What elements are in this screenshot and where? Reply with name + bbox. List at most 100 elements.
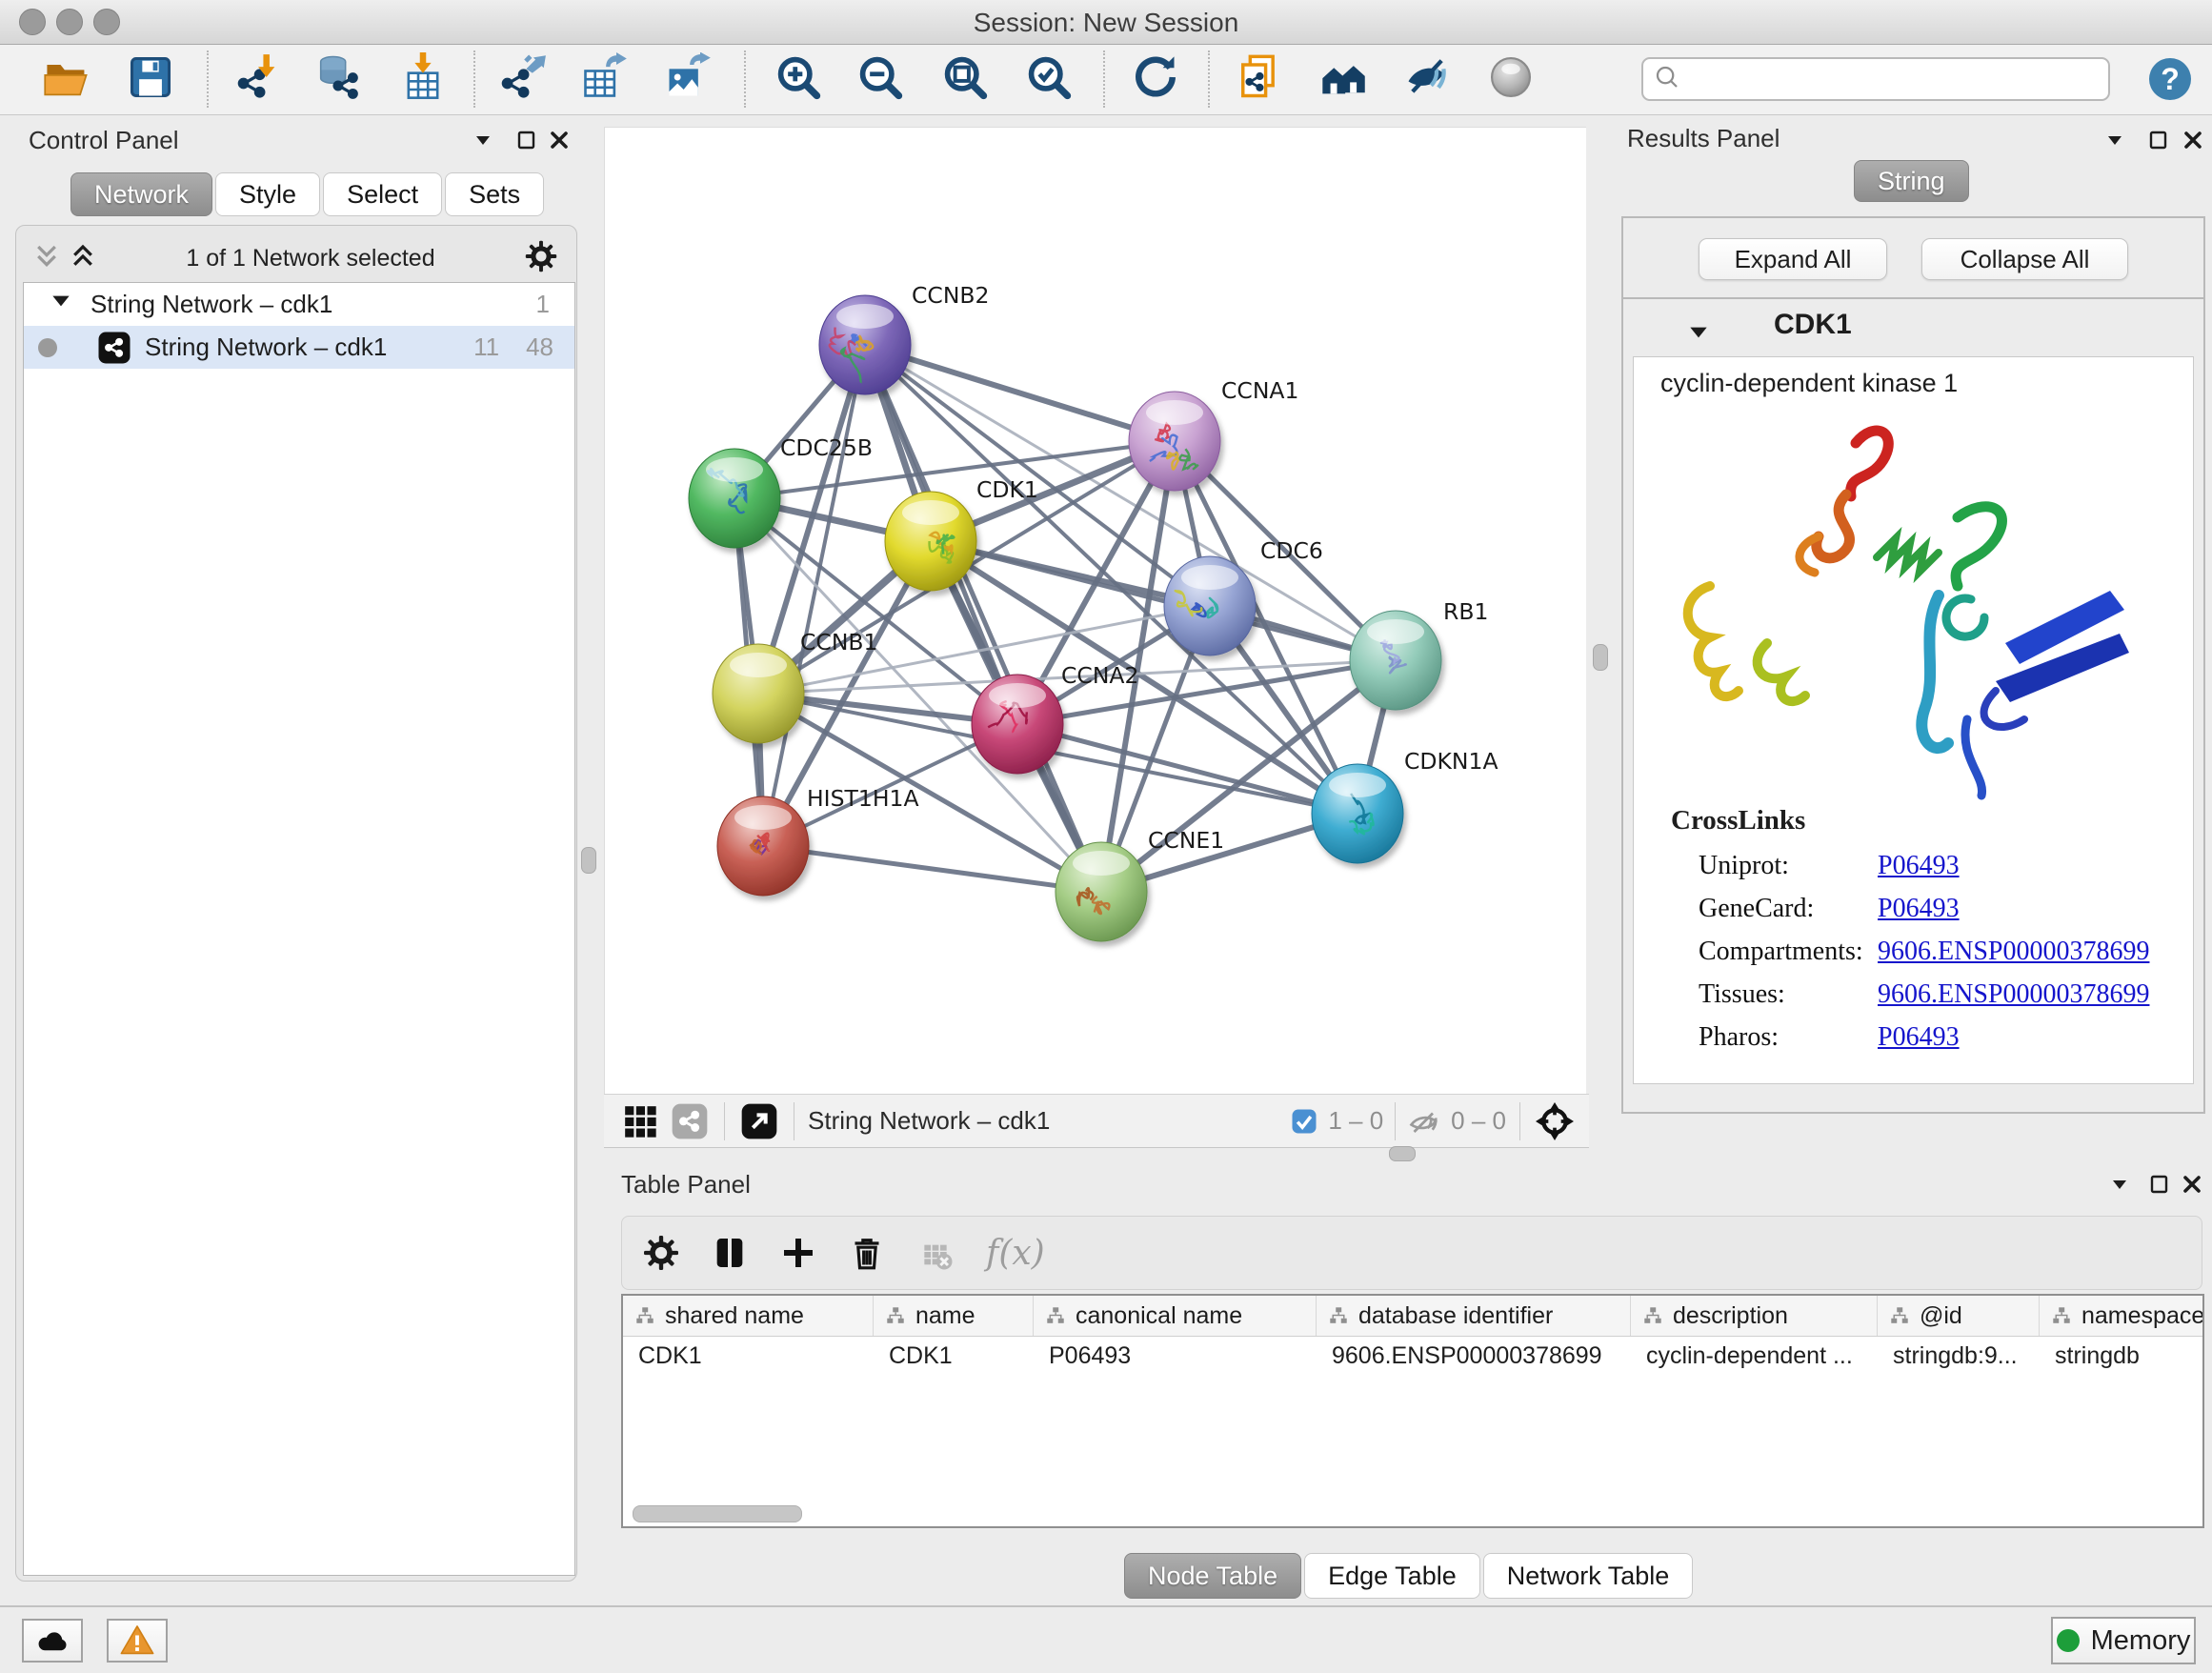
column-header-name[interactable]: name <box>874 1296 1034 1336</box>
home-button[interactable] <box>1316 50 1371 105</box>
table-cell[interactable]: CDK1 <box>623 1337 874 1375</box>
refresh-button[interactable] <box>1128 50 1183 105</box>
results-panel-close-icon[interactable] <box>2181 128 2205 152</box>
tab-style[interactable]: Style <box>215 172 320 216</box>
table-cell[interactable]: P06493 <box>1034 1337 1317 1375</box>
edge-HIST1H1A-CCNE1[interactable] <box>763 846 1101 892</box>
tab-network[interactable]: Network <box>70 172 212 216</box>
fit-content-icon[interactable] <box>1534 1100 1576 1142</box>
selected-checkbox-icon[interactable] <box>1290 1107 1318 1136</box>
export-image-button[interactable] <box>660 50 715 105</box>
column-header-description[interactable]: description <box>1631 1296 1878 1336</box>
node-CDC25B[interactable] <box>689 449 780 548</box>
tab-edge-table[interactable]: Edge Table <box>1304 1553 1480 1599</box>
tree-expand-icon[interactable] <box>49 289 73 320</box>
table-panel-close-icon[interactable] <box>2180 1172 2204 1197</box>
zoom-out-button[interactable] <box>853 50 908 105</box>
crosslink-link[interactable]: 9606.ENSP00000378699 <box>1878 937 2149 967</box>
tab-node-table[interactable]: Node Table <box>1124 1553 1301 1599</box>
import-database-button[interactable] <box>310 50 365 105</box>
table-cell[interactable]: stringdb:9... <box>1878 1337 2040 1375</box>
tab-string[interactable]: String <box>1854 160 1969 202</box>
import-network-button[interactable] <box>231 50 286 105</box>
edge-CCNB2-HIST1H1A[interactable] <box>763 345 865 846</box>
expand-all-button[interactable]: Expand All <box>1699 238 1887 280</box>
network-tree-root-row[interactable]: String Network – cdk1 1 <box>24 283 574 326</box>
table-panel-maximize-icon[interactable] <box>2147 1172 2172 1197</box>
node-CCNB2[interactable] <box>819 295 911 394</box>
network-tree-row-selected[interactable]: String Network – cdk1 11 48 <box>24 326 574 369</box>
collapse-all-button[interactable]: Collapse All <box>1921 238 2128 280</box>
table-cell[interactable]: stringdb <box>2040 1337 2204 1375</box>
zoom-selected-button[interactable] <box>1021 50 1076 105</box>
tab-network-table[interactable]: Network Table <box>1483 1553 1694 1599</box>
clone-network-button[interactable] <box>1231 50 1286 105</box>
cloud-button[interactable] <box>22 1619 83 1663</box>
memory-button[interactable]: Memory <box>2051 1617 2196 1664</box>
export-network-button[interactable] <box>494 50 550 105</box>
control-panel-close-icon[interactable] <box>547 128 572 152</box>
results-panel-maximize-icon[interactable] <box>2146 128 2171 152</box>
column-header-canonical-name[interactable]: canonical name <box>1034 1296 1317 1336</box>
node-HIST1H1A[interactable] <box>717 796 809 896</box>
column-header--id[interactable]: @id <box>1878 1296 2040 1336</box>
edge-CDK1-RB1[interactable] <box>931 541 1396 660</box>
collapse-all-networks-icon[interactable] <box>32 242 61 275</box>
control-panel-maximize-icon[interactable] <box>514 128 539 152</box>
column-header-namespace[interactable]: namespace <box>2040 1296 2204 1336</box>
node-RB1[interactable] <box>1350 611 1441 710</box>
table-options-gear-icon[interactable] <box>639 1231 683 1275</box>
node-CDK1[interactable] <box>885 492 976 591</box>
crosslink-link[interactable]: 9606.ENSP00000378699 <box>1878 979 2149 1010</box>
table-row[interactable]: CDK1CDK1P064939606.ENSP00000378699cyclin… <box>623 1337 2202 1375</box>
left-splitter-handle[interactable] <box>581 847 596 874</box>
zoom-fit-button[interactable] <box>937 50 993 105</box>
tab-sets[interactable]: Sets <box>445 172 544 216</box>
show-button[interactable] <box>1483 50 1538 105</box>
add-column-icon[interactable] <box>776 1231 820 1275</box>
show-columns-icon[interactable] <box>708 1231 752 1275</box>
scrollbar-thumb[interactable] <box>633 1505 802 1522</box>
network-view[interactable]: CCNB2CCNA1CDC25BCDK1CDC6RB1CCNB1CCNA2CDK… <box>604 127 1586 1095</box>
table-horizontal-scrollbar[interactable] <box>629 1504 2191 1522</box>
table-cell[interactable]: cyclin-dependent ... <box>1631 1337 1878 1375</box>
tab-select[interactable]: Select <box>323 172 442 216</box>
network-options-gear-icon[interactable] <box>524 239 558 278</box>
delete-column-icon[interactable] <box>845 1231 889 1275</box>
table-cell[interactable]: 9606.ENSP00000378699 <box>1317 1337 1631 1375</box>
hidden-eye-icon[interactable] <box>1407 1106 1441 1137</box>
crosslink-link[interactable]: P06493 <box>1878 1022 1960 1053</box>
node-CCNE1[interactable] <box>1056 842 1147 941</box>
export-table-button[interactable] <box>576 50 632 105</box>
function-builder-icon[interactable]: f(x) <box>986 1234 1045 1273</box>
node-CDKN1A[interactable] <box>1312 764 1403 863</box>
column-header-shared-name[interactable]: shared name <box>623 1296 874 1336</box>
table-cell[interactable]: CDK1 <box>874 1337 1034 1375</box>
help-button[interactable]: ? <box>2147 56 2193 102</box>
results-panel-float-icon[interactable] <box>2102 128 2127 152</box>
hide-button[interactable] <box>1399 50 1455 105</box>
network-overview-icon[interactable] <box>669 1100 711 1142</box>
crosslink-link[interactable]: P06493 <box>1878 894 1960 924</box>
control-panel-float-icon[interactable] <box>471 128 495 152</box>
open-button[interactable] <box>39 50 94 105</box>
warnings-button[interactable] <box>107 1619 168 1663</box>
node-CCNA2[interactable] <box>972 675 1063 774</box>
crosslink-link[interactable]: P06493 <box>1878 851 1960 881</box>
column-header-database-identifier[interactable]: database identifier <box>1317 1296 1631 1336</box>
table-panel-float-icon[interactable] <box>2107 1172 2132 1197</box>
save-button[interactable] <box>123 50 178 105</box>
zoom-in-button[interactable] <box>771 50 826 105</box>
edge-CCNB2-CCNA1[interactable] <box>865 345 1175 441</box>
network-grid-view-icon[interactable] <box>619 1100 661 1142</box>
expand-all-networks-icon[interactable] <box>69 242 97 275</box>
birds-eye-view-icon[interactable] <box>738 1100 780 1142</box>
right-splitter-handle[interactable] <box>1593 644 1608 671</box>
search-input[interactable] <box>1689 65 2108 93</box>
import-table-button[interactable] <box>395 50 451 105</box>
node-CDC6[interactable] <box>1164 556 1256 655</box>
node-CCNB1[interactable] <box>713 644 804 743</box>
cdk1-collapse-icon[interactable] <box>1686 320 1711 350</box>
search-box[interactable] <box>1641 57 2110 101</box>
node-CCNA1[interactable] <box>1129 392 1220 491</box>
